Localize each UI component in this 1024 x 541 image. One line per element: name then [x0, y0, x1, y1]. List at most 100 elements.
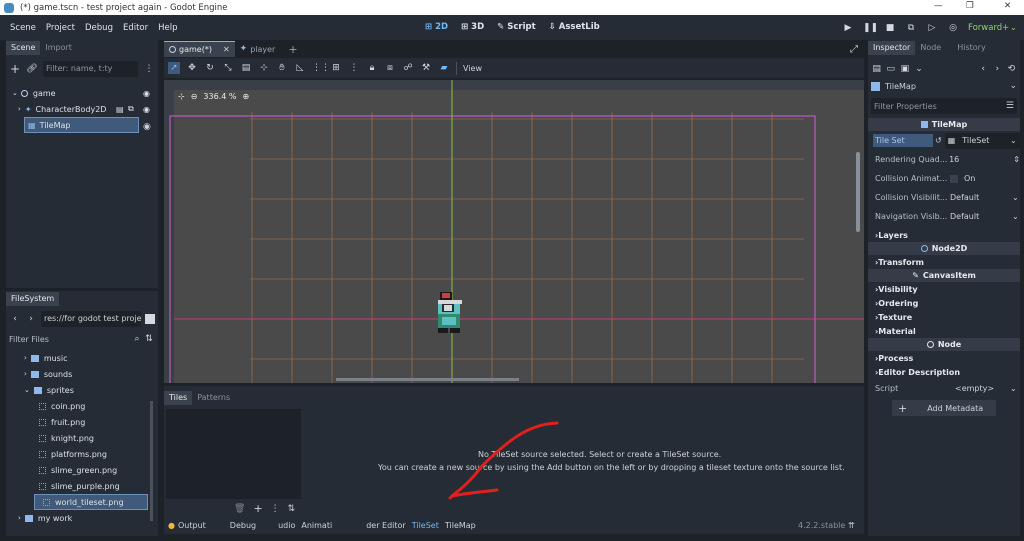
group-icon[interactable]: ⧈	[384, 62, 396, 74]
sort-icon[interactable]: ⇅	[143, 333, 155, 345]
visibility-icon[interactable]: ◉	[143, 105, 150, 114]
navigation-visibility-select[interactable]: Default	[950, 212, 1012, 221]
shader-editor-button[interactable]: der Editor	[366, 521, 406, 530]
scene-tab-game[interactable]: game(*) ✕	[164, 41, 235, 57]
viewport[interactable]: ⊹ ⊖ 336.4 % ⊕	[164, 80, 864, 383]
tab-inspector[interactable]: Inspector	[868, 41, 916, 55]
animation-button[interactable]: Animati	[301, 521, 332, 530]
add-node-icon[interactable]: +	[9, 63, 21, 75]
zoom-out-icon[interactable]: ⊖	[191, 92, 198, 101]
scene-menu-icon[interactable]: ⋮	[143, 63, 155, 75]
path-field[interactable]: res://for godot test project/s	[41, 311, 141, 327]
settings-icon[interactable]: ☰	[1006, 101, 1014, 111]
tilemap-mode-icon[interactable]: ▰	[438, 62, 450, 74]
collision-visibility-select[interactable]: Default	[950, 193, 1012, 202]
property-script[interactable]: Script <empty> ⌄	[868, 379, 1020, 398]
add-tab-icon[interactable]: +	[288, 43, 297, 56]
rotate-tool-icon[interactable]: ↻	[204, 62, 216, 74]
scale-tool-icon[interactable]: ⤡	[222, 62, 234, 74]
tab-import[interactable]: Import	[40, 41, 77, 55]
property-tile-set[interactable]: Tile Set ↺ ▦ TileSet ⌄	[868, 131, 1020, 150]
property-collision-animatable[interactable]: Collision Animat... On	[868, 169, 1020, 188]
save-resource-icon[interactable]: ▣	[900, 63, 910, 75]
play-icon[interactable]: ▶	[842, 22, 854, 34]
tab-filesystem[interactable]: FileSystem	[6, 292, 60, 306]
audio-button[interactable]: udio	[278, 521, 295, 530]
scrollbar[interactable]	[150, 401, 153, 521]
close-button[interactable]: ✕	[1004, 1, 1011, 11]
add-source-icon[interactable]: +	[253, 502, 262, 515]
file-item[interactable]: slime_purple.png	[6, 478, 158, 494]
checkbox[interactable]	[950, 174, 958, 183]
tree-node-tilemap[interactable]: ▦ TileMap	[24, 117, 139, 133]
file-item[interactable]: world_tileset.png	[34, 494, 148, 510]
file-item[interactable]: knight.png	[6, 430, 158, 446]
expand-panel-icon[interactable]: ⇈	[848, 521, 855, 530]
tab-history[interactable]: History	[952, 41, 990, 55]
output-button[interactable]: ● Output	[168, 521, 206, 530]
menu-debug[interactable]: Debug	[85, 23, 113, 33]
tree-node-characterbody2d[interactable]: › ✦ CharacterBody2D ▤ ⧉ ◉	[6, 101, 158, 117]
file-item[interactable]: fruit.png	[6, 414, 158, 430]
section-process[interactable]: › Process	[868, 351, 1020, 365]
delete-source-icon[interactable]: 🗑︎	[234, 504, 245, 514]
folder-item[interactable]: › sounds	[6, 366, 158, 382]
scene-filter-input[interactable]: Filter: name, t:ty	[43, 61, 138, 77]
view-menu-button[interactable]: View	[456, 61, 488, 75]
menu-editor[interactable]: Editor	[123, 23, 148, 33]
section-transform[interactable]: › Transform	[868, 255, 1020, 269]
stepper-icon[interactable]: ⇕	[1013, 155, 1020, 164]
pause-icon[interactable]: ❚❚	[863, 22, 878, 34]
section-visibility[interactable]: › Visibility	[868, 282, 1020, 296]
renderer-select[interactable]: Forward+	[968, 23, 1009, 33]
menu-scene[interactable]: Scene	[10, 23, 36, 33]
play-scene-icon[interactable]: ▷	[926, 22, 938, 34]
property-filter-input[interactable]: Filter Properties ☰	[871, 98, 1017, 114]
source-list[interactable]	[166, 409, 301, 499]
link-icon[interactable]: 🔗︎	[26, 63, 38, 75]
file-item[interactable]: platforms.png	[6, 446, 158, 462]
section-texture[interactable]: › Texture	[868, 310, 1020, 324]
selectable-icon[interactable]: ▤	[240, 62, 252, 74]
back-icon[interactable]: ‹	[979, 63, 988, 75]
select-tool-icon[interactable]: ➚	[168, 62, 180, 74]
zoom-level[interactable]: 336.4 %	[203, 92, 236, 101]
maximize-button[interactable]: ❐	[966, 1, 974, 11]
tab-scene[interactable]: Scene	[6, 41, 41, 55]
tab-tiles[interactable]: Tiles	[164, 391, 193, 405]
resource-menu-icon[interactable]: ⌄	[914, 63, 923, 75]
smart-snap-icon[interactable]: ⋮⋮	[312, 62, 330, 74]
open-resource-icon[interactable]: ▭	[886, 63, 895, 75]
vertical-scrollbar[interactable]	[856, 152, 860, 232]
tree-node-game[interactable]: ⌄ game ◉	[6, 85, 158, 101]
history-icon[interactable]: ⟲	[1007, 63, 1016, 75]
section-layers[interactable]: › Layers	[868, 228, 1020, 242]
menu-project[interactable]: Project	[46, 23, 75, 33]
file-filter-input[interactable]: Filter Files	[9, 335, 131, 344]
split-view-icon[interactable]	[145, 314, 155, 324]
debugger-button[interactable]: Debug	[230, 521, 256, 530]
scene-tab-player[interactable]: ✦ player	[235, 41, 281, 57]
workspace-2d-button[interactable]: ⊞ 2D	[425, 22, 448, 32]
section-material[interactable]: › Material	[868, 324, 1020, 338]
folder-item[interactable]: › music	[6, 350, 158, 366]
visibility-icon[interactable]: ◉	[143, 89, 150, 98]
snap-options-icon[interactable]: ⋮	[348, 62, 360, 74]
tileset-button[interactable]: TileSet	[412, 521, 439, 530]
movie-icon[interactable]: ◎	[947, 22, 959, 34]
zoom-in-icon[interactable]: ⊕	[242, 92, 249, 101]
sort-icon[interactable]: ⇅	[288, 504, 296, 514]
source-menu-icon[interactable]: ⋮	[271, 504, 280, 514]
workspace-3d-button[interactable]: ⊞ 3D	[461, 22, 484, 32]
script-resource-picker[interactable]: <empty>	[955, 384, 1010, 393]
center-view-icon[interactable]: ⊹	[178, 92, 185, 101]
property-navigation-visibility[interactable]: Navigation Visib... Default ⌄	[868, 207, 1020, 226]
lock-icon[interactable]: 🔒︎	[366, 62, 378, 74]
revert-icon[interactable]: ↺	[935, 136, 942, 145]
file-item[interactable]: coin.png	[6, 398, 158, 414]
tileset-resource-picker[interactable]: ▦ TileSet ⌄	[944, 132, 1020, 149]
tab-node[interactable]: Node	[915, 41, 946, 55]
grid-snap-icon[interactable]: ⊞	[330, 62, 342, 74]
pivot-tool-icon[interactable]: ⊹	[258, 62, 270, 74]
tilemap-button[interactable]: TileMap	[445, 521, 476, 530]
